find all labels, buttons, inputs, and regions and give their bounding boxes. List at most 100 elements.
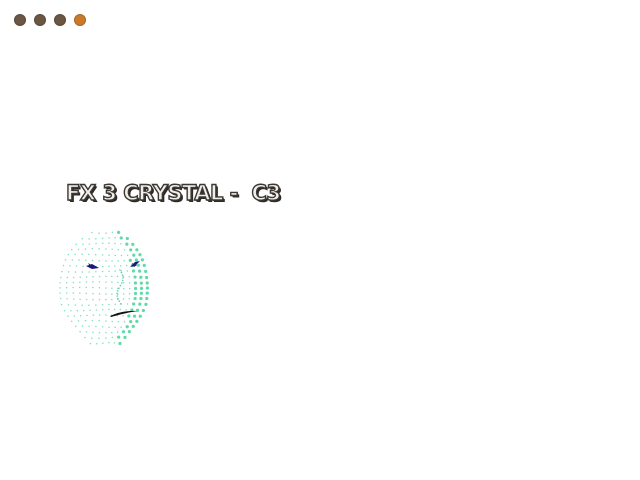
mesh-point bbox=[108, 270, 110, 272]
mesh-point bbox=[81, 253, 83, 256]
mesh-point bbox=[85, 281, 88, 283]
mesh-point bbox=[70, 320, 73, 322]
mesh-point bbox=[102, 308, 104, 311]
mesh-point bbox=[67, 315, 69, 317]
window-dot-3[interactable] bbox=[54, 14, 66, 26]
mesh-point bbox=[125, 236, 129, 241]
mesh-point bbox=[63, 309, 66, 312]
mesh-point bbox=[133, 291, 138, 296]
mesh-point bbox=[65, 292, 68, 294]
mesh-point bbox=[127, 314, 131, 318]
mesh-point bbox=[101, 254, 104, 256]
mesh-point bbox=[95, 325, 97, 328]
mesh-point bbox=[128, 282, 131, 284]
mesh-point bbox=[81, 325, 84, 327]
mesh-point bbox=[105, 232, 107, 234]
mesh-point bbox=[126, 254, 129, 257]
mesh-point bbox=[66, 276, 69, 279]
mesh-point bbox=[85, 331, 88, 333]
mesh-point bbox=[64, 259, 67, 261]
mesh-point bbox=[117, 320, 120, 323]
mesh-point bbox=[108, 308, 110, 311]
mesh-point bbox=[59, 287, 61, 289]
mesh-point bbox=[98, 331, 101, 334]
mesh-point bbox=[86, 314, 88, 317]
mesh-point bbox=[92, 276, 94, 278]
mesh-point bbox=[88, 271, 90, 273]
mesh-point bbox=[111, 231, 114, 234]
mesh-point bbox=[142, 263, 146, 267]
mesh-point bbox=[98, 314, 101, 316]
mesh-point bbox=[66, 281, 68, 284]
mesh-point bbox=[102, 342, 104, 344]
mesh-point bbox=[114, 270, 116, 272]
mesh-point bbox=[92, 292, 94, 295]
mesh-point bbox=[66, 297, 68, 300]
mesh-point bbox=[85, 298, 88, 301]
window-dot-1[interactable] bbox=[14, 14, 26, 26]
mesh-point bbox=[121, 282, 123, 284]
mesh-point bbox=[84, 336, 86, 339]
mesh-point bbox=[79, 330, 81, 333]
mesh-point bbox=[82, 309, 85, 312]
mesh-point bbox=[145, 286, 149, 290]
window-dot-2[interactable] bbox=[34, 14, 46, 26]
left-eye-icon bbox=[86, 263, 99, 269]
mesh-point bbox=[75, 243, 77, 246]
mesh-point bbox=[85, 286, 88, 289]
mesh-point bbox=[116, 295, 118, 297]
mesh-point bbox=[72, 281, 75, 284]
mesh-point bbox=[101, 326, 104, 328]
mesh-point bbox=[89, 309, 91, 312]
mesh-point bbox=[129, 320, 133, 324]
mesh-point bbox=[92, 298, 94, 301]
mesh-point bbox=[119, 303, 122, 305]
mesh-point bbox=[84, 319, 87, 322]
mesh-point bbox=[125, 242, 129, 246]
mesh-point bbox=[125, 264, 128, 267]
mesh-point bbox=[128, 276, 130, 278]
mesh-point bbox=[111, 260, 113, 262]
mesh-point bbox=[79, 292, 81, 294]
mesh-point bbox=[114, 303, 116, 306]
mesh-point bbox=[127, 329, 131, 334]
mesh-point bbox=[98, 275, 101, 278]
mesh-point bbox=[75, 265, 78, 267]
mesh-point bbox=[128, 293, 131, 295]
mesh-point bbox=[111, 248, 113, 251]
mesh-point bbox=[92, 281, 94, 283]
mesh-point bbox=[73, 315, 76, 317]
mesh-point bbox=[72, 292, 75, 294]
mesh-point bbox=[92, 286, 94, 289]
mesh-point bbox=[145, 275, 149, 280]
mesh-point bbox=[111, 331, 113, 334]
mesh-point bbox=[128, 297, 131, 300]
mesh-point bbox=[122, 298, 125, 300]
mesh-point bbox=[85, 259, 87, 261]
mesh-point bbox=[91, 248, 94, 250]
mesh-point bbox=[141, 308, 145, 313]
mesh-point bbox=[134, 258, 138, 262]
mesh-point bbox=[108, 265, 110, 268]
mesh-point bbox=[111, 298, 113, 301]
mesh-point bbox=[128, 258, 132, 262]
mesh-point bbox=[74, 253, 76, 256]
mesh-point bbox=[119, 236, 123, 240]
mesh-point bbox=[88, 238, 90, 240]
mesh-point bbox=[69, 265, 71, 267]
mesh-point bbox=[119, 284, 122, 287]
mesh-point bbox=[108, 237, 110, 239]
mesh-point bbox=[111, 293, 113, 295]
window-dot-4[interactable] bbox=[74, 14, 86, 26]
mesh-point bbox=[116, 331, 119, 333]
mesh-point bbox=[70, 248, 73, 251]
mesh-point bbox=[120, 326, 122, 328]
mesh-point bbox=[119, 264, 122, 267]
mesh-point bbox=[126, 303, 129, 305]
mesh-point bbox=[78, 259, 80, 261]
mesh-point bbox=[67, 304, 70, 306]
mesh-point bbox=[98, 281, 101, 283]
mesh-point bbox=[95, 343, 98, 345]
mesh-point bbox=[122, 281, 125, 284]
mesh-point bbox=[108, 303, 110, 306]
